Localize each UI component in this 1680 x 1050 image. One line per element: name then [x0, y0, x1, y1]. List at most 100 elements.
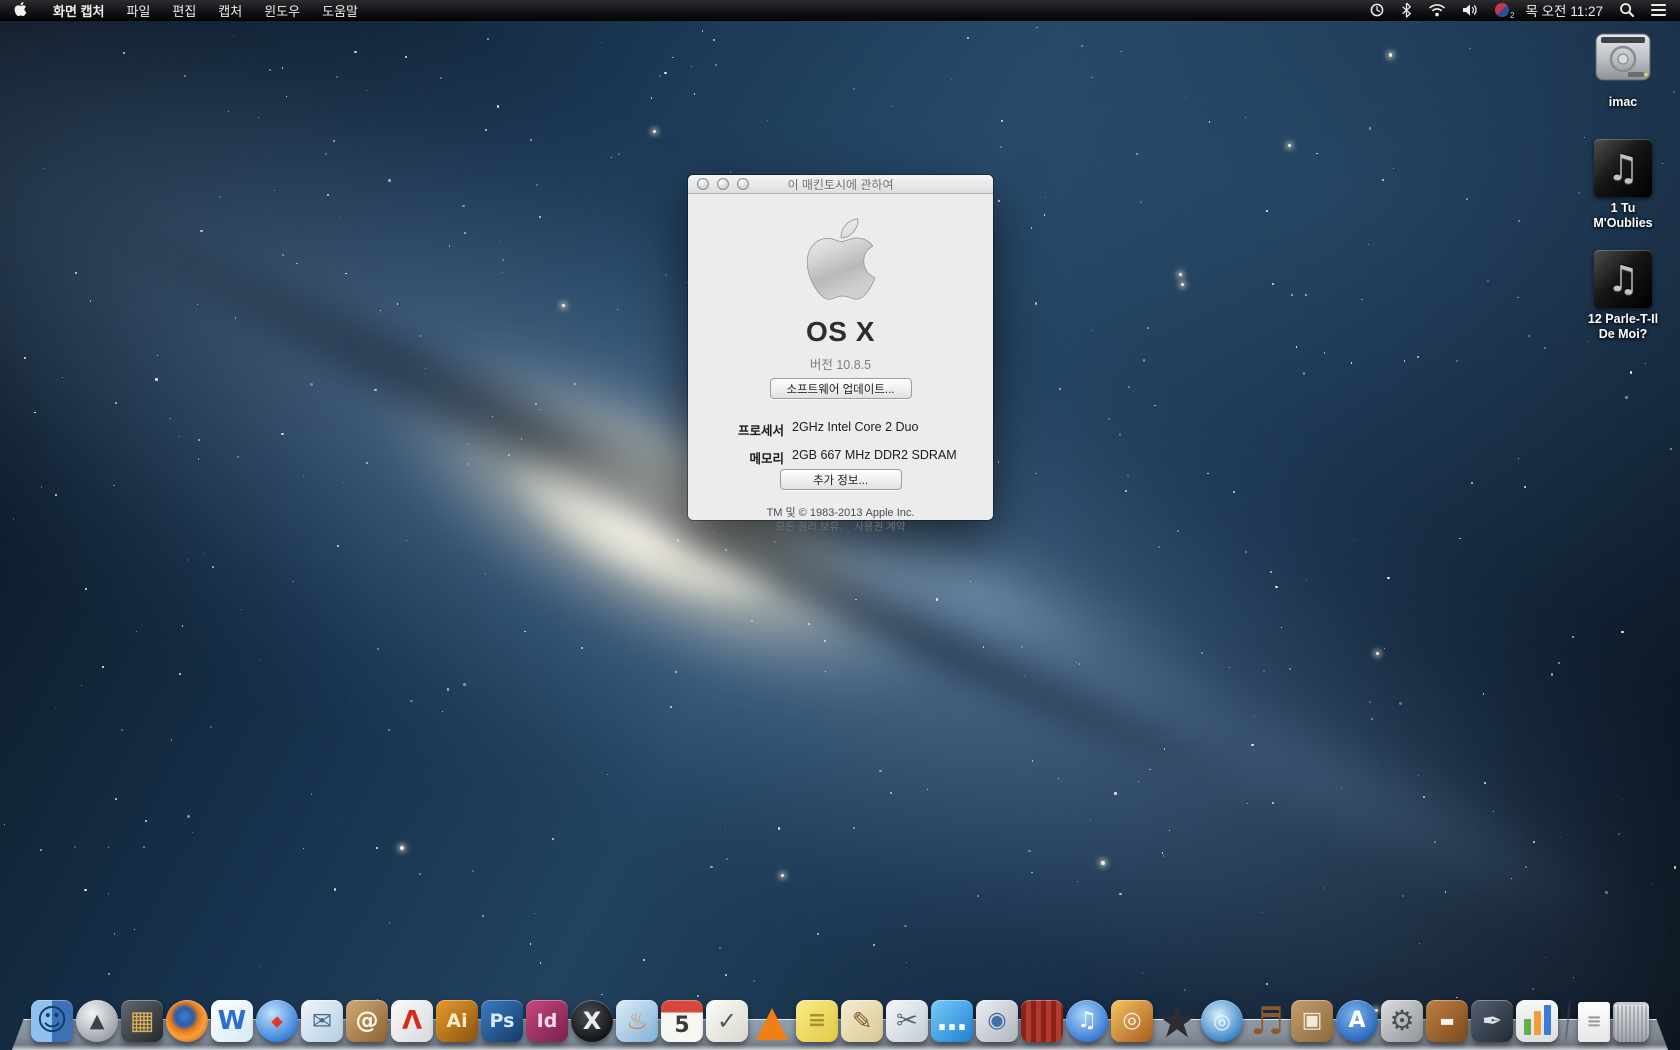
dock-item-preview[interactable]: ✂ [886, 1000, 928, 1042]
menu-item-0[interactable]: 파일 [115, 1, 161, 20]
rights-line: 모든 권리 보유. 사용권 계약 [688, 519, 993, 534]
app-store-glyph: A [1348, 1010, 1365, 1032]
bluetooth-icon[interactable] [1393, 0, 1420, 20]
memory-row: 메모리 2GB 667 MHz DDR2 SDRAM [688, 448, 993, 467]
dock-item-imovie[interactable]: ★ [1156, 1000, 1198, 1042]
dock-item-contacts[interactable]: @ [346, 1000, 388, 1042]
dock-item-w-writer-app[interactable]: W [211, 1000, 253, 1042]
menu-item-4[interactable]: 도움말 [311, 1, 369, 20]
window-titlebar[interactable]: 이 매킨토시에 관하여 [688, 175, 993, 194]
dock-item-toast-burner[interactable]: ♨ [616, 1000, 658, 1042]
w-writer-app-glyph: W [218, 1008, 247, 1034]
system-preferences-glyph: ⚙ [1389, 1007, 1414, 1035]
idvd-glyph: ◎ [1213, 1011, 1230, 1031]
about-this-mac-window: 이 매킨토시에 관하여 OS X 버전 10.8.5 소프트웨어 업데이트...… [688, 175, 993, 520]
stickies-glyph: ≡ [808, 1010, 826, 1032]
pages-glyph: ✒ [1482, 1009, 1502, 1033]
minimize-button[interactable] [717, 178, 729, 190]
contacts-glyph: @ [356, 1010, 379, 1033]
dock-item-corkboard-app[interactable]: ▣ [1291, 1000, 1333, 1042]
dock-item-safari[interactable]: ◆ [256, 1000, 298, 1042]
dock-item-finder[interactable]: ☺ [31, 1000, 73, 1042]
audio-file-2[interactable]: ♫12 Parle-T-Il De Moi? [1580, 250, 1666, 342]
dock-item-firefox[interactable] [166, 1000, 208, 1042]
processor-row: 프로세서 2GHz Intel Core 2 Duo [688, 420, 993, 439]
desktop-icon-label: 1 Tu M'Oublies [1580, 201, 1666, 231]
dock-item-mission-control[interactable]: ▦ [121, 1000, 163, 1042]
launchpad-glyph: ▲ [90, 1012, 105, 1031]
apple-menu[interactable] [0, 0, 42, 20]
dock-item-adobe-illustrator[interactable]: Ai [436, 1000, 478, 1042]
dock-item-adobe-photoshop[interactable]: Ps [481, 1000, 523, 1042]
notification-center-icon[interactable] [1643, 0, 1680, 20]
dock: ☺ ▲ ▦ W ◆ ✉ @ ΛAiPs Id X ♨ 5 ✓ ▲ ≡ ✎✂… ◉ ♫ ◎ ★ ◎ ♬▣ A ⚙ ▬ ✒ ≡ [0, 992, 1680, 1050]
dock-item-numbers[interactable] [1516, 1000, 1558, 1042]
license-agreement-link[interactable]: 사용권 계약 [854, 521, 905, 533]
keynote-glyph: ▬ [1439, 1013, 1454, 1029]
dock-item-mail[interactable]: ✉ [301, 1000, 343, 1042]
rights-text: 모든 권리 보유. [776, 521, 843, 533]
dock-item-idvd[interactable]: ◎ [1201, 1000, 1243, 1042]
menu-item-2[interactable]: 캡처 [207, 1, 253, 20]
menu-item-1[interactable]: 편집 [161, 1, 207, 20]
active-app-menu[interactable]: 화면 캡처 [42, 1, 115, 20]
dock-item-itunes[interactable]: ♫ [1066, 1000, 1108, 1042]
processor-label: 프로세서 [688, 420, 784, 439]
dock-item-system-preferences[interactable]: ⚙ [1381, 1000, 1423, 1042]
dock-item-document[interactable]: ≡ [1578, 1002, 1610, 1042]
memory-label: 메모리 [688, 448, 784, 467]
apple-logo-large [688, 213, 993, 310]
itunes-glyph: ♫ [1077, 1010, 1097, 1032]
audio-file-icon: ♫ [1594, 250, 1652, 308]
dock-item-app-store[interactable]: A [1336, 1000, 1378, 1042]
dock-item-stickies[interactable]: ≡ [796, 1000, 838, 1042]
dock-divider [1565, 996, 1572, 1042]
adobe-indesign-glyph: Id [537, 1012, 558, 1031]
more-info-button[interactable]: 추가 정보... [780, 469, 902, 490]
toast-burner-glyph: ♨ [626, 1009, 648, 1033]
facetime-glyph: ◉ [987, 1010, 1006, 1032]
mission-control-glyph: ▦ [130, 1008, 155, 1034]
dock-item-iphoto[interactable]: ◎ [1111, 1000, 1153, 1042]
os-version: 버전 10.8.5 [688, 354, 993, 373]
korean-input-icon[interactable]: 2 [1487, 0, 1517, 20]
dock-item-garageband[interactable]: ♬ [1246, 1000, 1288, 1042]
korean-input-badge: 2 [1510, 11, 1514, 20]
window-title: 이 매킨토시에 관하여 [787, 176, 893, 193]
reminders-glyph: ✓ [717, 1009, 737, 1033]
dock-item-messages[interactable]: … [931, 1000, 973, 1042]
time-machine-icon[interactable] [1361, 0, 1393, 20]
iphoto-glyph: ◎ [1122, 1010, 1141, 1032]
dock-item-launchpad[interactable]: ▲ [76, 1000, 118, 1042]
audio-file-1[interactable]: ♫1 Tu M'Oublies [1580, 139, 1666, 231]
dock-item-calendar[interactable]: 5 [661, 1000, 703, 1042]
dock-item-keynote[interactable]: ▬ [1426, 1000, 1468, 1042]
menu-bar-clock[interactable]: 목 오전 11:27 [1517, 0, 1611, 20]
imovie-glyph: ★ [1156, 998, 1197, 1044]
zoom-button[interactable] [737, 178, 749, 190]
dock-item-trash[interactable] [1613, 1002, 1649, 1042]
spotlight-icon[interactable] [1611, 0, 1643, 20]
dock-item-pages[interactable]: ✒ [1471, 1000, 1513, 1042]
safari-glyph: ◆ [271, 1014, 283, 1029]
mail-glyph: ✉ [312, 1009, 332, 1033]
vlc-glyph: ▲ [756, 1000, 788, 1042]
dock-item-x-photo-app[interactable]: X [571, 1000, 613, 1042]
calendar-glyph: 5 [674, 1005, 689, 1037]
menu-bar: 화면 캡처 파일편집캡처윈도우도움말 2 목 오전 11:27 [0, 0, 1680, 21]
hard-drive-imac[interactable]: imac [1580, 30, 1666, 110]
volume-icon[interactable] [1454, 0, 1487, 20]
finder-glyph: ☺ [36, 1006, 67, 1036]
dock-item-reminders[interactable]: ✓ [706, 1000, 748, 1042]
processor-value: 2GHz Intel Core 2 Duo [792, 420, 918, 439]
dock-item-adobe-reader[interactable]: Λ [391, 1000, 433, 1042]
dock-item-adobe-indesign[interactable]: Id [526, 1000, 568, 1042]
software-update-button[interactable]: 소프트웨어 업데이트... [770, 378, 912, 399]
dock-item-photo-booth[interactable] [1021, 1000, 1063, 1042]
menu-item-3[interactable]: 윈도우 [253, 1, 311, 20]
dock-item-notepad[interactable]: ✎ [841, 1000, 883, 1042]
close-button[interactable] [697, 178, 709, 190]
dock-item-vlc[interactable]: ▲ [751, 1000, 793, 1042]
dock-item-facetime[interactable]: ◉ [976, 1000, 1018, 1042]
wifi-icon[interactable] [1420, 0, 1454, 20]
